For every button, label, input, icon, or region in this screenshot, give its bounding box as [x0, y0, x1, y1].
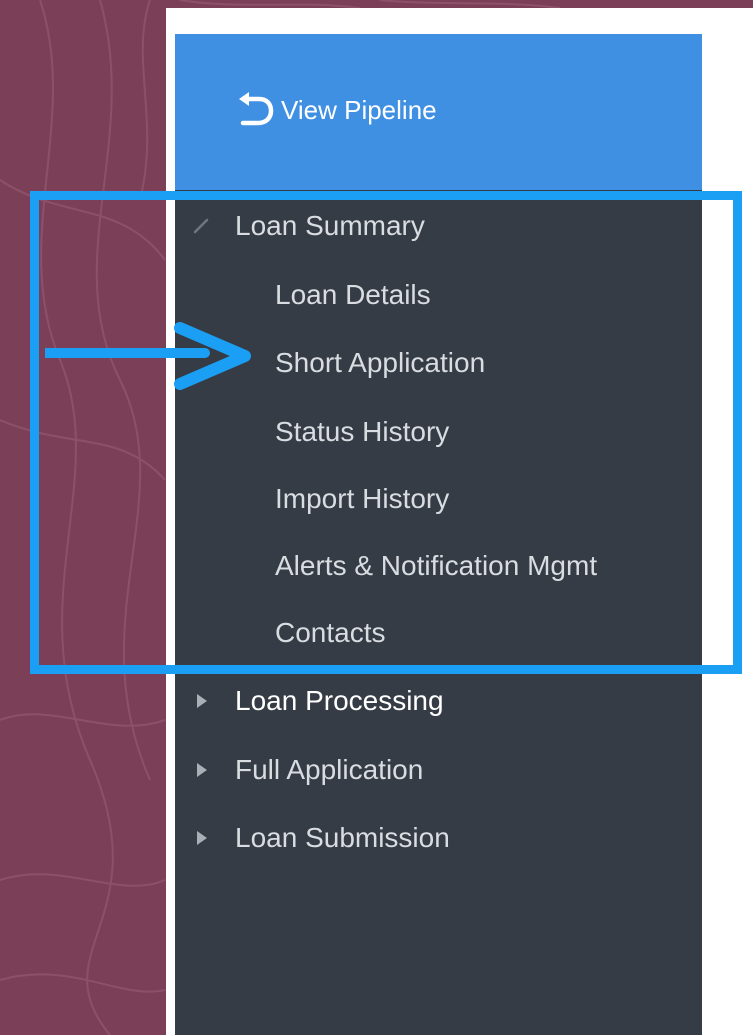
nav-item-import-history[interactable]: Import History	[275, 483, 449, 515]
undo-arrow-icon	[239, 92, 274, 126]
nav-item-label: Alerts & Notification Mgmt	[275, 550, 598, 581]
nav-section-label: Full Application	[235, 754, 424, 785]
nav-section-label: Loan Submission	[235, 822, 450, 853]
nav-item-contacts[interactable]: Contacts	[275, 617, 386, 649]
nav-item-label: Contacts	[275, 617, 386, 648]
nav-item-label: Loan Details	[275, 279, 431, 310]
caret-expanded-icon	[191, 215, 213, 237]
pointer-arrow-icon	[45, 322, 251, 390]
nav-item-label: Short Application	[275, 347, 486, 378]
view-pipeline-bar: View Pipeline	[175, 34, 702, 190]
nav-item-alerts-notification-mgmt[interactable]: Alerts & Notification Mgmt	[275, 550, 597, 582]
nav-section-full-application[interactable]: Full Application	[191, 754, 423, 786]
nav-section-label: Loan Processing	[235, 685, 444, 716]
caret-right-icon	[191, 827, 213, 849]
nav-section-loan-processing[interactable]: Loan Processing	[191, 685, 444, 717]
view-pipeline-link[interactable]: View Pipeline	[235, 90, 437, 130]
nav-item-status-history[interactable]: Status History	[275, 416, 449, 448]
caret-right-icon	[191, 690, 213, 712]
nav-item-short-application[interactable]: Short Application	[275, 347, 485, 379]
nav-item-label: Import History	[275, 483, 450, 514]
nav-item-loan-details[interactable]: Loan Details	[275, 279, 431, 311]
loan-sidebar: View Pipeline Loan Summary Loan Details …	[175, 34, 702, 1035]
nav-section-loan-summary[interactable]: Loan Summary	[191, 210, 425, 242]
view-pipeline-label: View Pipeline	[281, 94, 437, 125]
caret-right-icon	[191, 759, 213, 781]
nav-section-label: Loan Summary	[235, 210, 425, 241]
nav-item-label: Status History	[275, 416, 450, 447]
nav-section-loan-submission[interactable]: Loan Submission	[191, 822, 450, 854]
